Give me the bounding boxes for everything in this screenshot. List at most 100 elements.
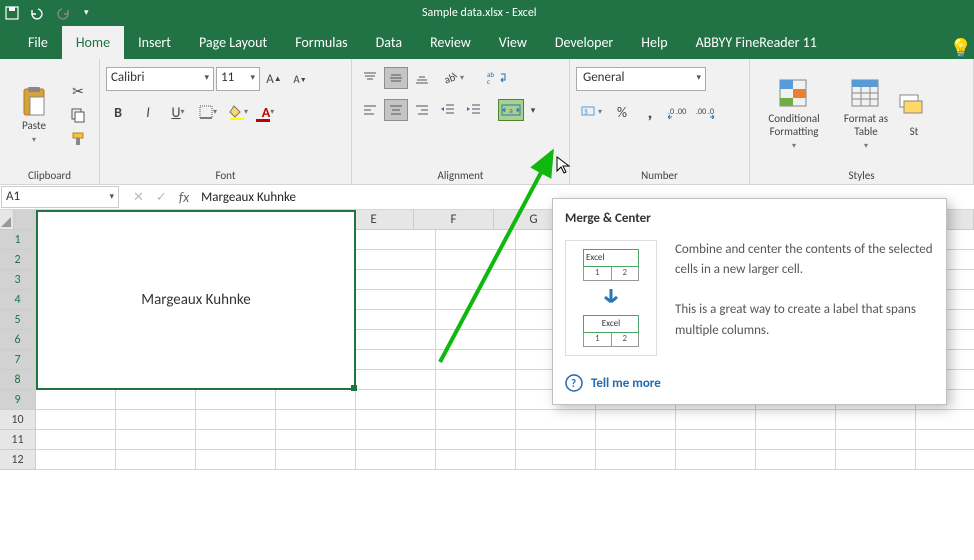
cell[interactable]: [356, 450, 436, 470]
row-header-11[interactable]: 11: [0, 430, 36, 450]
tab-data[interactable]: Data: [362, 26, 416, 59]
cell[interactable]: [276, 410, 356, 430]
cell[interactable]: [436, 350, 516, 370]
format-as-table-button[interactable]: Format as Table: [836, 63, 896, 167]
increase-indent-icon[interactable]: [462, 99, 486, 121]
cell[interactable]: [436, 270, 516, 290]
cell[interactable]: [36, 430, 116, 450]
font-color-button[interactable]: A: [256, 101, 280, 123]
cell[interactable]: [436, 370, 516, 390]
paste-button[interactable]: Paste: [6, 63, 62, 167]
increase-decimal-icon[interactable]: .0.00: [666, 101, 690, 123]
align-right-icon[interactable]: [410, 99, 434, 121]
cell[interactable]: [596, 410, 676, 430]
cell[interactable]: [756, 450, 836, 470]
cell[interactable]: [196, 410, 276, 430]
cell[interactable]: [916, 450, 974, 470]
borders-button[interactable]: [196, 101, 220, 123]
cell[interactable]: [436, 310, 516, 330]
row-header-12[interactable]: 12: [0, 450, 36, 470]
tell-me-more-link[interactable]: ? Tell me more: [565, 374, 934, 392]
row-header-9[interactable]: 9: [0, 390, 36, 410]
cell-styles-button[interactable]: St: [900, 63, 928, 167]
orientation-icon[interactable]: ab: [436, 67, 470, 89]
cell[interactable]: [196, 430, 276, 450]
cell[interactable]: [676, 450, 756, 470]
cell[interactable]: [196, 390, 276, 410]
cell[interactable]: [196, 450, 276, 470]
tab-abbyy[interactable]: ABBYY FineReader 11: [682, 26, 831, 59]
cell[interactable]: [356, 350, 436, 370]
row-header-8[interactable]: 8: [0, 370, 36, 390]
cell[interactable]: [756, 430, 836, 450]
cell[interactable]: [36, 450, 116, 470]
cell[interactable]: [436, 230, 516, 250]
cell[interactable]: [836, 430, 916, 450]
cell[interactable]: [436, 410, 516, 430]
cell[interactable]: [916, 430, 974, 450]
tab-file[interactable]: File: [18, 26, 62, 59]
cell[interactable]: [676, 430, 756, 450]
row-header-2[interactable]: 2: [0, 250, 36, 270]
cell[interactable]: [276, 390, 356, 410]
accounting-format-icon[interactable]: $: [576, 101, 606, 123]
italic-button[interactable]: I: [136, 101, 160, 123]
cell[interactable]: [596, 450, 676, 470]
tab-developer[interactable]: Developer: [541, 26, 627, 59]
underline-button[interactable]: U: [166, 101, 190, 123]
cell[interactable]: [276, 450, 356, 470]
decrease-font-icon[interactable]: A▼: [288, 68, 312, 90]
cell[interactable]: [516, 410, 596, 430]
number-format-select[interactable]: General: [576, 67, 706, 91]
copy-icon[interactable]: [66, 104, 90, 126]
cell[interactable]: [356, 330, 436, 350]
percent-icon[interactable]: %: [610, 101, 634, 123]
cell[interactable]: [436, 390, 516, 410]
decrease-decimal-icon[interactable]: .00.0: [694, 101, 718, 123]
select-all-corner[interactable]: [0, 210, 14, 229]
increase-font-icon[interactable]: A▲: [262, 68, 286, 90]
fill-color-button[interactable]: [226, 101, 250, 123]
merged-cell[interactable]: Margeaux Kuhnke: [36, 210, 356, 390]
font-size-select[interactable]: 11: [216, 67, 260, 91]
comma-icon[interactable]: ,: [638, 101, 662, 123]
formula-bar[interactable]: Margeaux Kuhnke: [201, 190, 296, 205]
cell[interactable]: [676, 410, 756, 430]
cell[interactable]: [516, 430, 596, 450]
tab-insert[interactable]: Insert: [124, 26, 185, 59]
cell[interactable]: [356, 430, 436, 450]
cell[interactable]: [836, 450, 916, 470]
cell[interactable]: [436, 290, 516, 310]
cancel-formula-icon[interactable]: ✕: [133, 190, 144, 205]
row-header-10[interactable]: 10: [0, 410, 36, 430]
column-header-F[interactable]: F: [414, 210, 494, 229]
cell[interactable]: [436, 330, 516, 350]
tab-review[interactable]: Review: [416, 26, 485, 59]
align-bottom-icon[interactable]: [410, 67, 434, 89]
wrap-text-icon[interactable]: abc: [482, 67, 512, 89]
tab-view[interactable]: View: [485, 26, 541, 59]
merge-center-dropdown-icon[interactable]: ▾: [526, 99, 540, 121]
cell[interactable]: [916, 410, 974, 430]
fx-icon[interactable]: fx: [179, 189, 189, 206]
row-header-1[interactable]: 1: [0, 230, 36, 250]
align-top-icon[interactable]: [358, 67, 382, 89]
font-name-select[interactable]: Calibri: [106, 67, 214, 91]
format-painter-icon[interactable]: [66, 128, 90, 150]
align-left-icon[interactable]: [358, 99, 382, 121]
tab-formulas[interactable]: Formulas: [281, 26, 361, 59]
tab-help[interactable]: Help: [627, 26, 681, 59]
cell[interactable]: [836, 410, 916, 430]
cell[interactable]: [116, 430, 196, 450]
bold-button[interactable]: B: [106, 101, 130, 123]
cell[interactable]: [116, 450, 196, 470]
row-header-4[interactable]: 4: [0, 290, 36, 310]
conditional-formatting-button[interactable]: Conditional Formatting: [756, 63, 832, 167]
decrease-indent-icon[interactable]: [436, 99, 460, 121]
cell[interactable]: [356, 390, 436, 410]
cell[interactable]: [356, 310, 436, 330]
row-header-6[interactable]: 6: [0, 330, 36, 350]
cut-icon[interactable]: ✂: [66, 80, 90, 102]
cell[interactable]: [356, 230, 436, 250]
cell[interactable]: [516, 450, 596, 470]
